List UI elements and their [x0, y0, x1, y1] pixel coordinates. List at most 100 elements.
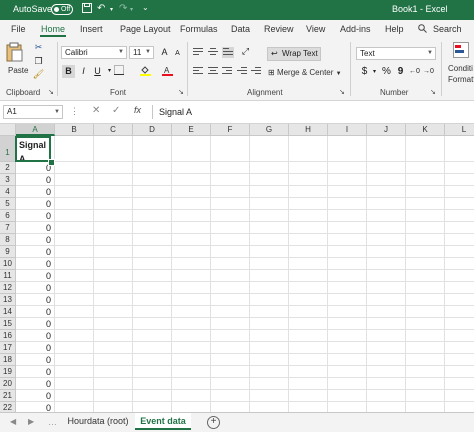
cell-F14[interactable]: [211, 306, 250, 318]
cell-F15[interactable]: [211, 318, 250, 330]
cell-I3[interactable]: [328, 174, 367, 186]
cell-K22[interactable]: [406, 402, 445, 412]
cell-K5[interactable]: [406, 198, 445, 210]
cell-F20[interactable]: [211, 378, 250, 390]
italic-button[interactable]: I: [77, 65, 90, 78]
cell-H2[interactable]: [289, 162, 328, 174]
cell-G15[interactable]: [250, 318, 289, 330]
bottom-align-icon[interactable]: [222, 47, 234, 58]
cell-E22[interactable]: [172, 402, 211, 412]
select-all-button[interactable]: [0, 124, 16, 136]
cell-H9[interactable]: [289, 246, 328, 258]
paste-button[interactable]: [6, 42, 30, 62]
cell-E17[interactable]: [172, 342, 211, 354]
cell-I10[interactable]: [328, 258, 367, 270]
row-header[interactable]: 5: [0, 198, 16, 210]
cell-E13[interactable]: [172, 294, 211, 306]
row-header[interactable]: 18: [0, 354, 16, 366]
cell-A22[interactable]: 0: [16, 402, 55, 412]
row-header[interactable]: 14: [0, 306, 16, 318]
cell-B3[interactable]: [55, 174, 94, 186]
cell-I22[interactable]: [328, 402, 367, 412]
cell-I5[interactable]: [328, 198, 367, 210]
cell-G20[interactable]: [250, 378, 289, 390]
cell-K15[interactable]: [406, 318, 445, 330]
cell-F5[interactable]: [211, 198, 250, 210]
cell-A12[interactable]: 0: [16, 282, 55, 294]
cell-K14[interactable]: [406, 306, 445, 318]
cell-F10[interactable]: [211, 258, 250, 270]
cell-B4[interactable]: [55, 186, 94, 198]
cell-C22[interactable]: [94, 402, 133, 412]
cell-L12[interactable]: [445, 282, 474, 294]
row-header[interactable]: 16: [0, 330, 16, 342]
cell-E11[interactable]: [172, 270, 211, 282]
cell-A7[interactable]: 0: [16, 222, 55, 234]
cell-K6[interactable]: [406, 210, 445, 222]
cell-L4[interactable]: [445, 186, 474, 198]
cell-H7[interactable]: [289, 222, 328, 234]
cell-C19[interactable]: [94, 366, 133, 378]
cell-B21[interactable]: [55, 390, 94, 402]
cell-H21[interactable]: [289, 390, 328, 402]
cell-L9[interactable]: [445, 246, 474, 258]
number-format-combo[interactable]: Text ▼: [356, 47, 436, 60]
cell-A15[interactable]: 0: [16, 318, 55, 330]
cell-A11[interactable]: 0: [16, 270, 55, 282]
search-label[interactable]: Search: [433, 24, 462, 34]
cell-G5[interactable]: [250, 198, 289, 210]
cell-J19[interactable]: [367, 366, 406, 378]
cell-F11[interactable]: [211, 270, 250, 282]
tab-home[interactable]: Home: [41, 24, 65, 34]
cell-E7[interactable]: [172, 222, 211, 234]
cell-G4[interactable]: [250, 186, 289, 198]
cell-K1[interactable]: [406, 136, 445, 162]
fill-color-icon[interactable]: [140, 65, 153, 78]
cell-G14[interactable]: [250, 306, 289, 318]
font-launcher-icon[interactable]: ↘: [178, 88, 184, 96]
cell-J8[interactable]: [367, 234, 406, 246]
orientation-icon[interactable]: ⤢: [239, 45, 252, 58]
cell-B14[interactable]: [55, 306, 94, 318]
cell-F22[interactable]: [211, 402, 250, 412]
search-icon[interactable]: [418, 24, 427, 33]
cell-A6[interactable]: 0: [16, 210, 55, 222]
cell-C17[interactable]: [94, 342, 133, 354]
cell-J17[interactable]: [367, 342, 406, 354]
percent-button[interactable]: %: [380, 65, 393, 78]
cell-I19[interactable]: [328, 366, 367, 378]
cell-H6[interactable]: [289, 210, 328, 222]
sheet-tab-hourdata[interactable]: Hourdata (root): [62, 413, 134, 430]
cell-A3[interactable]: 0: [16, 174, 55, 186]
cell-C18[interactable]: [94, 354, 133, 366]
tab-file[interactable]: File: [11, 24, 26, 34]
cell-D10[interactable]: [133, 258, 172, 270]
decrease-decimal-icon[interactable]: →0: [422, 65, 435, 78]
cell-B11[interactable]: [55, 270, 94, 282]
cell-E6[interactable]: [172, 210, 211, 222]
cell-I15[interactable]: [328, 318, 367, 330]
sheet-next-icon[interactable]: ▶: [28, 417, 34, 426]
cell-I11[interactable]: [328, 270, 367, 282]
cell-F3[interactable]: [211, 174, 250, 186]
cell-L21[interactable]: [445, 390, 474, 402]
cell-D8[interactable]: [133, 234, 172, 246]
conditional-formatting-icon[interactable]: [453, 42, 469, 58]
cell-C15[interactable]: [94, 318, 133, 330]
cell-I14[interactable]: [328, 306, 367, 318]
cell-D9[interactable]: [133, 246, 172, 258]
cell-A13[interactable]: 0: [16, 294, 55, 306]
cell-I4[interactable]: [328, 186, 367, 198]
cell-J3[interactable]: [367, 174, 406, 186]
cell-B18[interactable]: [55, 354, 94, 366]
row-header[interactable]: 1: [0, 136, 16, 162]
clipboard-launcher-icon[interactable]: ↘: [48, 88, 54, 96]
cell-G10[interactable]: [250, 258, 289, 270]
format-painter-icon[interactable]: 🖌: [32, 68, 45, 81]
cell-D7[interactable]: [133, 222, 172, 234]
row-header[interactable]: 17: [0, 342, 16, 354]
cell-L8[interactable]: [445, 234, 474, 246]
cell-A18[interactable]: 0: [16, 354, 55, 366]
column-header[interactable]: J: [367, 124, 406, 136]
cell-H15[interactable]: [289, 318, 328, 330]
